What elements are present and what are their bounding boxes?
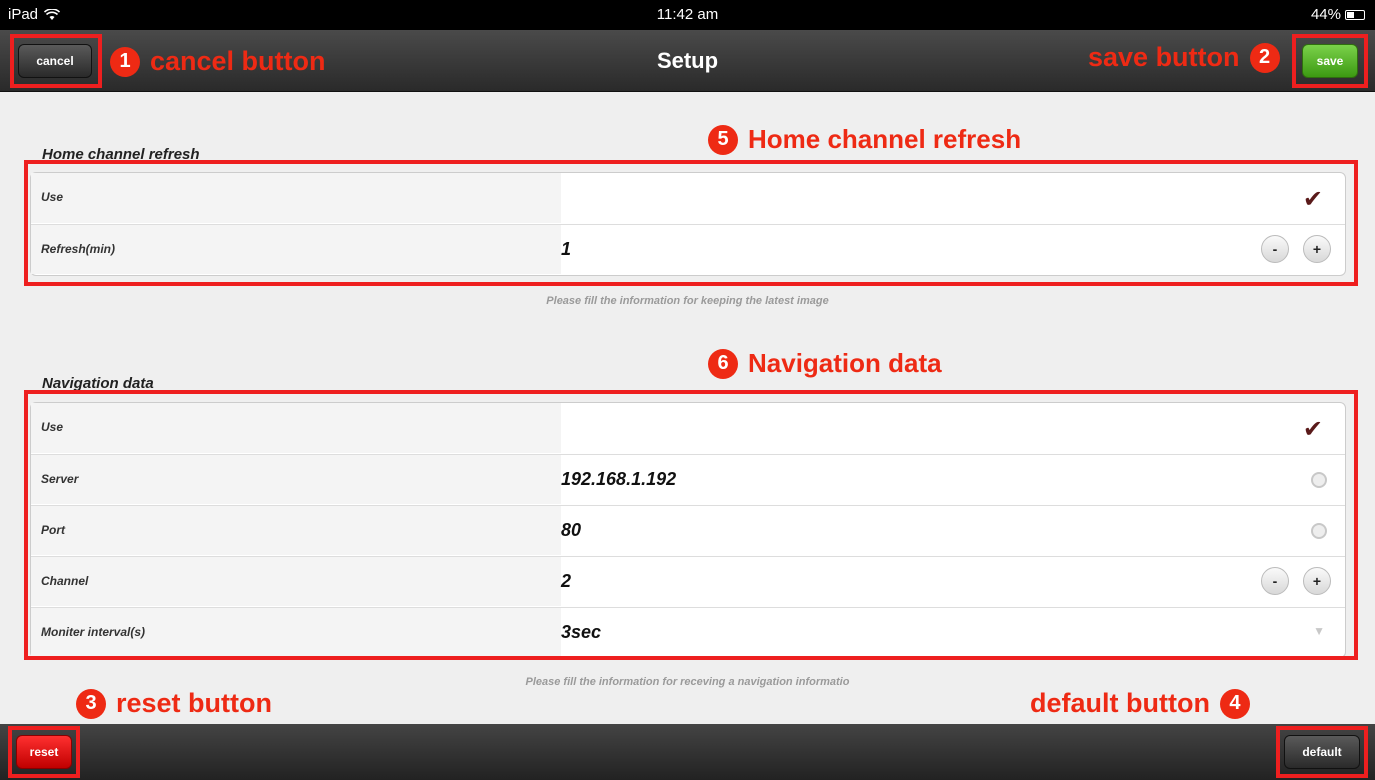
default-highlight <box>1276 726 1368 778</box>
callout-number: 1 <box>110 46 140 77</box>
reset-callout: 3 reset button <box>76 688 272 719</box>
callout-number: 3 <box>76 688 106 719</box>
callout-text: default button <box>1030 688 1210 718</box>
callout-text: save button <box>1088 42 1240 72</box>
callout-number: 5 <box>708 124 738 155</box>
default-callout: default button 4 <box>1030 688 1250 719</box>
navigation-callout: 6 Navigation data <box>708 348 942 379</box>
battery-percent: 44% <box>1310 6 1341 23</box>
callout-number: 6 <box>708 348 738 379</box>
callout-text: Home channel refresh <box>748 124 1022 154</box>
battery-icon <box>1345 9 1365 20</box>
home-refresh-highlight <box>24 160 1358 286</box>
callout-number: 2 <box>1249 42 1280 73</box>
settings-content: 5 Home channel refresh Home channel refr… <box>0 92 1375 724</box>
cancel-highlight <box>10 34 102 88</box>
callout-text: Navigation data <box>748 348 942 378</box>
reset-highlight <box>8 726 80 778</box>
navigation-hint: Please fill the information for receving… <box>525 676 850 688</box>
navigation-highlight <box>24 390 1358 660</box>
callout-text: cancel button <box>150 46 326 76</box>
callout-number: 4 <box>1219 688 1250 719</box>
save-callout: save button 2 <box>1088 42 1280 73</box>
status-bar: iPad 11:42 am 44% <box>0 0 1375 30</box>
home-refresh-callout: 5 Home channel refresh <box>708 124 1021 155</box>
save-highlight <box>1292 34 1368 88</box>
status-time: 11:42 am <box>656 6 719 23</box>
callout-text: reset button <box>116 688 273 718</box>
cancel-callout: 1 cancel button <box>110 46 326 77</box>
home-refresh-hint: Please fill the information for keeping … <box>546 295 829 307</box>
bottom-toolbar <box>0 724 1375 780</box>
